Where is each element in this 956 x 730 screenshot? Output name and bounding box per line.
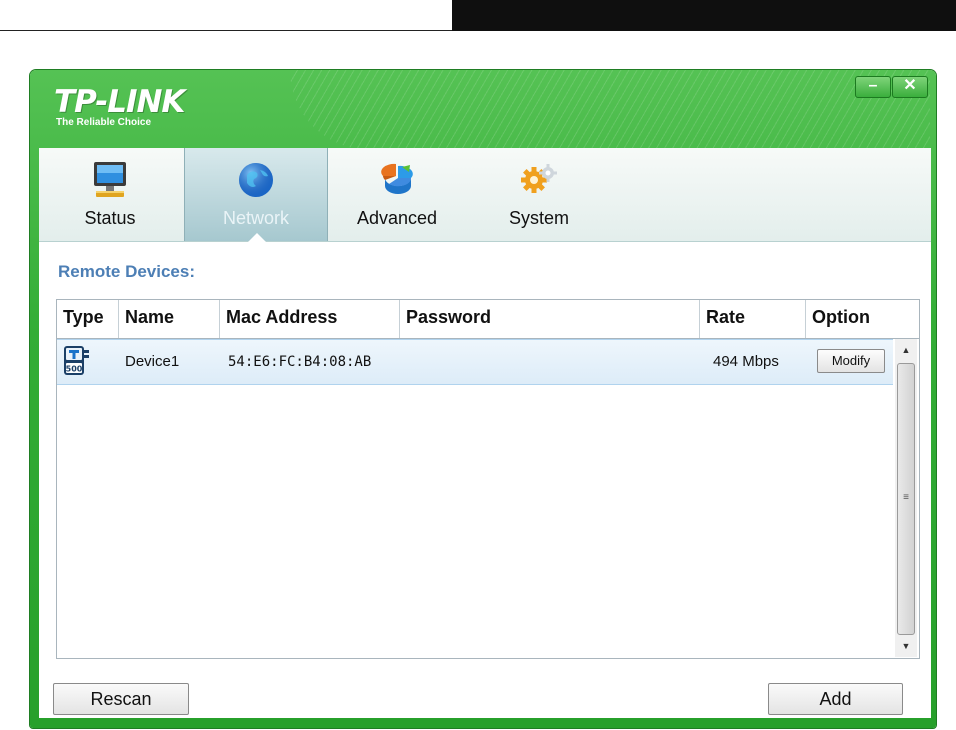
col-rate: Rate (700, 300, 806, 338)
col-option: Option (812, 307, 870, 327)
col-name: Name (119, 300, 220, 338)
tab-advanced[interactable]: Advanced (326, 148, 468, 241)
vertical-scrollbar[interactable]: ▲ ≡ ▼ (895, 339, 917, 657)
modify-button[interactable]: Modify (817, 349, 885, 373)
col-type: Type (57, 300, 119, 338)
page-rule (0, 30, 452, 31)
table-header: Type Name Mac Address Password Rate Opti… (57, 300, 919, 339)
tab-system[interactable]: System (468, 148, 610, 241)
brand-logo: TP-LINK The Reliable Choice (54, 84, 185, 128)
globe-icon (236, 160, 276, 205)
device-mac: 54:E6:FC:B4:08:AB (228, 354, 372, 370)
tab-advanced-label: Advanced (356, 208, 438, 228)
table-row[interactable]: 500 Device1 54:E6:FC:B4:08:AB 494 Mbps M… (57, 339, 893, 385)
rescan-button[interactable]: Rescan (53, 683, 189, 715)
app-window: TP-LINK The Reliable Choice – ✕ Status N… (30, 70, 936, 728)
window-controls: – ✕ (855, 76, 928, 98)
devices-table: Type Name Mac Address Password Rate Opti… (56, 299, 920, 659)
close-button[interactable]: ✕ (892, 76, 928, 98)
monitor-icon (90, 160, 130, 205)
minimize-button[interactable]: – (855, 76, 891, 98)
tab-system-label: System (508, 208, 569, 228)
scroll-down-arrow-icon[interactable]: ▼ (895, 635, 917, 657)
col-password: Password (400, 300, 700, 338)
tab-status[interactable]: Status (39, 148, 181, 241)
tab-network-label: Network (222, 208, 289, 228)
device-rate: 494 Mbps (713, 353, 779, 370)
brand-name: TP-LINK (54, 84, 185, 120)
client-area: Status Network Advanced System Remote De… (39, 148, 931, 718)
powerline-adapter-icon: 500 (62, 345, 92, 382)
scroll-up-arrow-icon[interactable]: ▲ (895, 339, 917, 361)
device-name: Device1 (125, 353, 180, 370)
page-header-bar (452, 0, 956, 31)
svg-text:500: 500 (66, 365, 83, 374)
scrollbar-thumb[interactable]: ≡ (897, 363, 915, 635)
tab-network[interactable]: Network (184, 148, 328, 242)
pie-chart-icon (377, 160, 417, 205)
add-button[interactable]: Add (768, 683, 903, 715)
scroll-grip-icon: ≡ (903, 492, 909, 503)
gear-icon (519, 160, 559, 205)
tab-status-label: Status (84, 208, 136, 228)
tab-bar: Status Network Advanced System (39, 148, 931, 242)
col-mac-address: Mac Address (220, 300, 400, 338)
section-title: Remote Devices: (58, 262, 196, 281)
